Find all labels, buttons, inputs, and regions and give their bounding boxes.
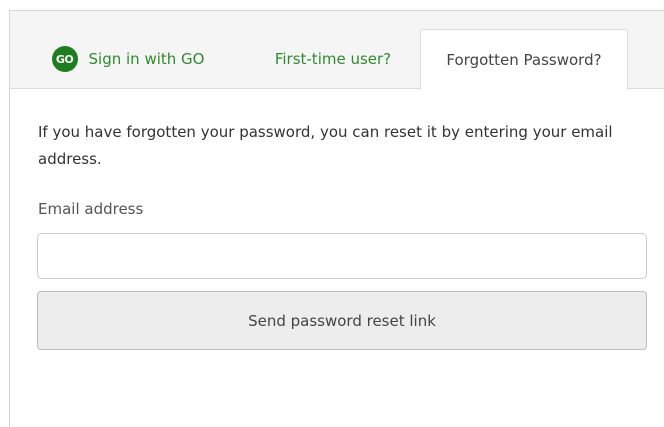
tab-sign-in-with-go-label: Sign in with GO <box>88 50 205 68</box>
reset-instructions: If you have forgotten your password, you… <box>38 123 613 168</box>
login-panel: GO Sign in with GO First-time user? Forg… <box>9 10 664 427</box>
email-input[interactable] <box>37 233 647 279</box>
send-reset-link-button[interactable]: Send password reset link <box>37 291 647 350</box>
go-logo-icon: GO <box>51 46 78 72</box>
tab-first-time-user-label: First-time user? <box>274 50 392 68</box>
email-label: Email address <box>38 200 144 218</box>
tab-first-time-user[interactable]: First-time user? <box>246 11 420 89</box>
tab-forgotten-password-label: Forgotten Password? <box>446 50 602 69</box>
tab-sign-in-with-go[interactable]: GO Sign in with GO <box>10 11 246 89</box>
tab-forgotten-password[interactable]: Forgotten Password? <box>420 29 628 90</box>
tab-bar: GO Sign in with GO First-time user? Forg… <box>10 11 664 90</box>
